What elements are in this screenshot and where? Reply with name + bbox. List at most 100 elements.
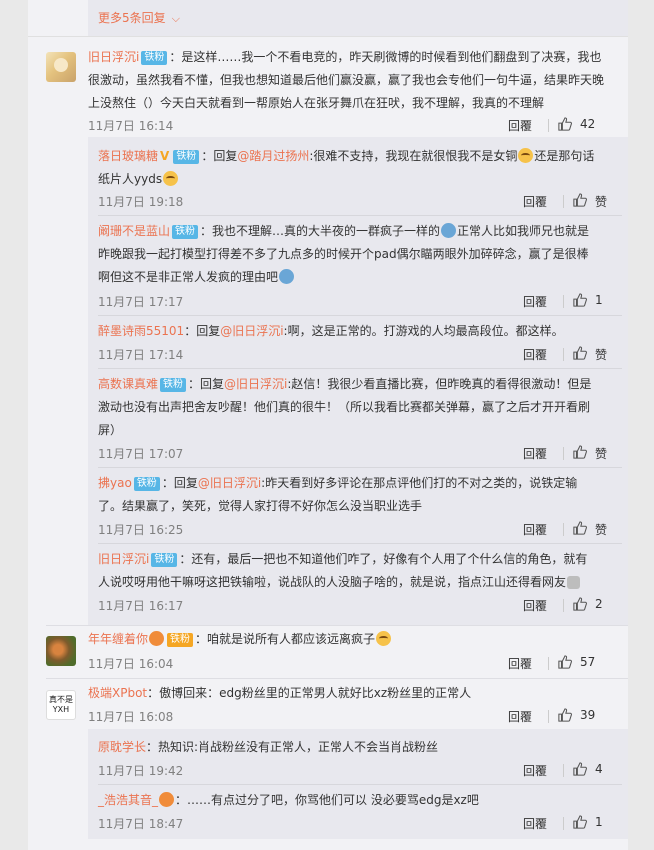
reply-time: 11月7日 17:17 [98,295,184,309]
user-name[interactable]: 旧日浮沉i [88,50,139,64]
user-name[interactable]: 年年缠着你 [88,632,148,646]
medal-icon [159,792,175,807]
user-name[interactable]: 极端XPbot [88,686,147,700]
comment-time: 11月7日 16:08 [88,710,174,724]
reply-text: ：热知识:肖战粉丝没有正常人，正常人不会当肖战粉丝 [146,740,439,754]
like-count: 赞 [595,447,608,461]
reply-actions: 回覆 赞 [523,521,628,541]
divider [563,348,564,361]
more-replies-bar: 更多5条回复 ⌵ [88,0,628,36]
doraemon-emoji-icon [441,223,457,238]
thumbs-up-icon[interactable] [573,815,587,829]
thumbs-up-icon[interactable] [573,193,587,207]
crying-emoji-icon [163,171,179,186]
thumbs-up-icon[interactable] [558,117,572,131]
comment-text: ：咱就是说所有人都应该远离疯子 [195,632,376,646]
mention-link[interactable]: @旧日浮沉i [198,476,261,490]
reply-actions: 回覆 赞 [523,445,628,465]
reply-button[interactable]: 回覆 [523,762,547,779]
like-count: 4 [595,762,603,776]
divider [563,195,564,208]
reply-body: _浩浩其音_ ：……有点过分了吧，你骂他们可以 没必要骂edg是xz吧 [98,789,598,812]
divider [563,523,564,536]
thumbs-up-icon[interactable] [558,655,572,669]
divider [563,295,564,308]
fan-badge: 铁粉 [160,378,187,392]
reply-button[interactable]: 回覆 [523,445,547,462]
like-count: 1 [595,815,603,829]
user-name[interactable]: 高数课真难 [98,377,158,391]
comment-panel: 更多5条回复 ⌵ 旧日浮沉i 铁粉 ：是这样……我一个不看电竞的，昨天刷微博的时候看到… [28,0,628,850]
divider [563,764,564,777]
reply-button[interactable]: 回覆 [523,815,547,832]
like-count: 赞 [595,523,608,537]
reply-button[interactable]: 回覆 [523,193,547,210]
comment-time: 11月7日 16:14 [88,119,174,133]
reply-prefix: ：回复 [188,377,225,391]
like-count: 赞 [595,195,608,209]
fan-badge: 铁粉 [172,225,199,239]
reply-button[interactable]: 回覆 [523,597,547,614]
divider [98,784,622,785]
more-replies-link[interactable]: 更多5条回复 ⌵ [98,9,180,26]
reply-body: 醉墨诗雨55101：回复@旧日浮沉i:啊，这是正常的。打游戏的人均最高段位。都这… [98,320,598,343]
avatar[interactable] [46,52,76,82]
avatar[interactable] [46,636,76,666]
reply-button[interactable]: 回覆 [523,346,547,363]
user-name[interactable]: 旧日浮沉i [98,552,149,566]
reply-button[interactable]: 回覆 [523,293,547,310]
thumbs-up-icon[interactable] [573,445,587,459]
thumbs-up-icon[interactable] [573,293,587,307]
user-name[interactable]: 醉墨诗雨55101 [98,324,184,338]
medal-icon [149,631,165,646]
reply-body: 高数课真难 铁粉 ：回复@旧日浮沉i:赵信！我很少看直播比赛，但昨晚真的看得很激动！… [98,373,598,442]
divider [98,368,622,369]
reply-button[interactable]: 回覆 [523,521,547,538]
reply-time: 11月7日 16:17 [98,599,184,613]
reply-actions: 回覆 4 [523,762,628,782]
divider [563,599,564,612]
divider [563,817,564,830]
reply-time: 11月7日 19:42 [98,764,184,778]
divider [98,467,622,468]
divider [563,447,564,460]
user-name[interactable]: _浩浩其音_ [98,793,158,807]
thumbs-up-icon[interactable] [573,762,587,776]
reply-button[interactable]: 回覆 [508,117,532,134]
avatar[interactable]: 真不是 YXH [46,690,76,720]
thumbs-up-icon[interactable] [573,521,587,535]
crying-emoji-icon [376,631,392,646]
mention-link[interactable]: @旧日浮沉i [220,324,283,338]
reply-actions: 回覆 赞 [523,193,628,213]
comment-time: 11月7日 16:04 [88,657,174,671]
thumbs-up-icon[interactable] [573,346,587,360]
divider [98,315,622,316]
crying-emoji-icon [518,148,534,163]
mention-link[interactable]: @踏月过扬州 [237,149,309,163]
reply-actions: 回覆 1 [523,815,628,835]
like-count: 39 [580,708,596,722]
fan-badge: 铁粉 [141,51,168,65]
reply-actions: 回覆 赞 [523,346,628,366]
reply-prefix: ：回复 [184,324,221,338]
divider [98,543,622,544]
reply-actions: 回覆 1 [523,293,628,313]
divider [98,215,622,216]
user-name[interactable]: 拂yao [98,476,132,490]
more-replies-label: 更多5条回复 [98,11,166,25]
comment-actions: 回覆 57 [508,655,628,675]
mention-link[interactable]: @旧日浮沉i [224,377,287,391]
reply-text: :啊，这是正常的。打游戏的人均最高段位。都这样。 [283,324,564,338]
thumbs-up-icon[interactable] [558,708,572,722]
fan-badge: 铁粉 [151,553,178,567]
reply-actions: 回覆 2 [523,597,628,617]
divider [46,678,628,679]
like-count: 57 [580,655,596,669]
reply-button[interactable]: 回覆 [508,655,532,672]
thumbs-up-icon[interactable] [573,597,587,611]
user-name[interactable]: 原耽学长 [98,740,146,754]
user-name[interactable]: 阚珊不是蓝山 [98,224,170,238]
user-name[interactable]: 落日玻璃糖 [98,149,158,163]
reply-button[interactable]: 回覆 [508,708,532,725]
reply-text: :很难不支持，我现在就很恨我不是女铜 [309,149,518,163]
